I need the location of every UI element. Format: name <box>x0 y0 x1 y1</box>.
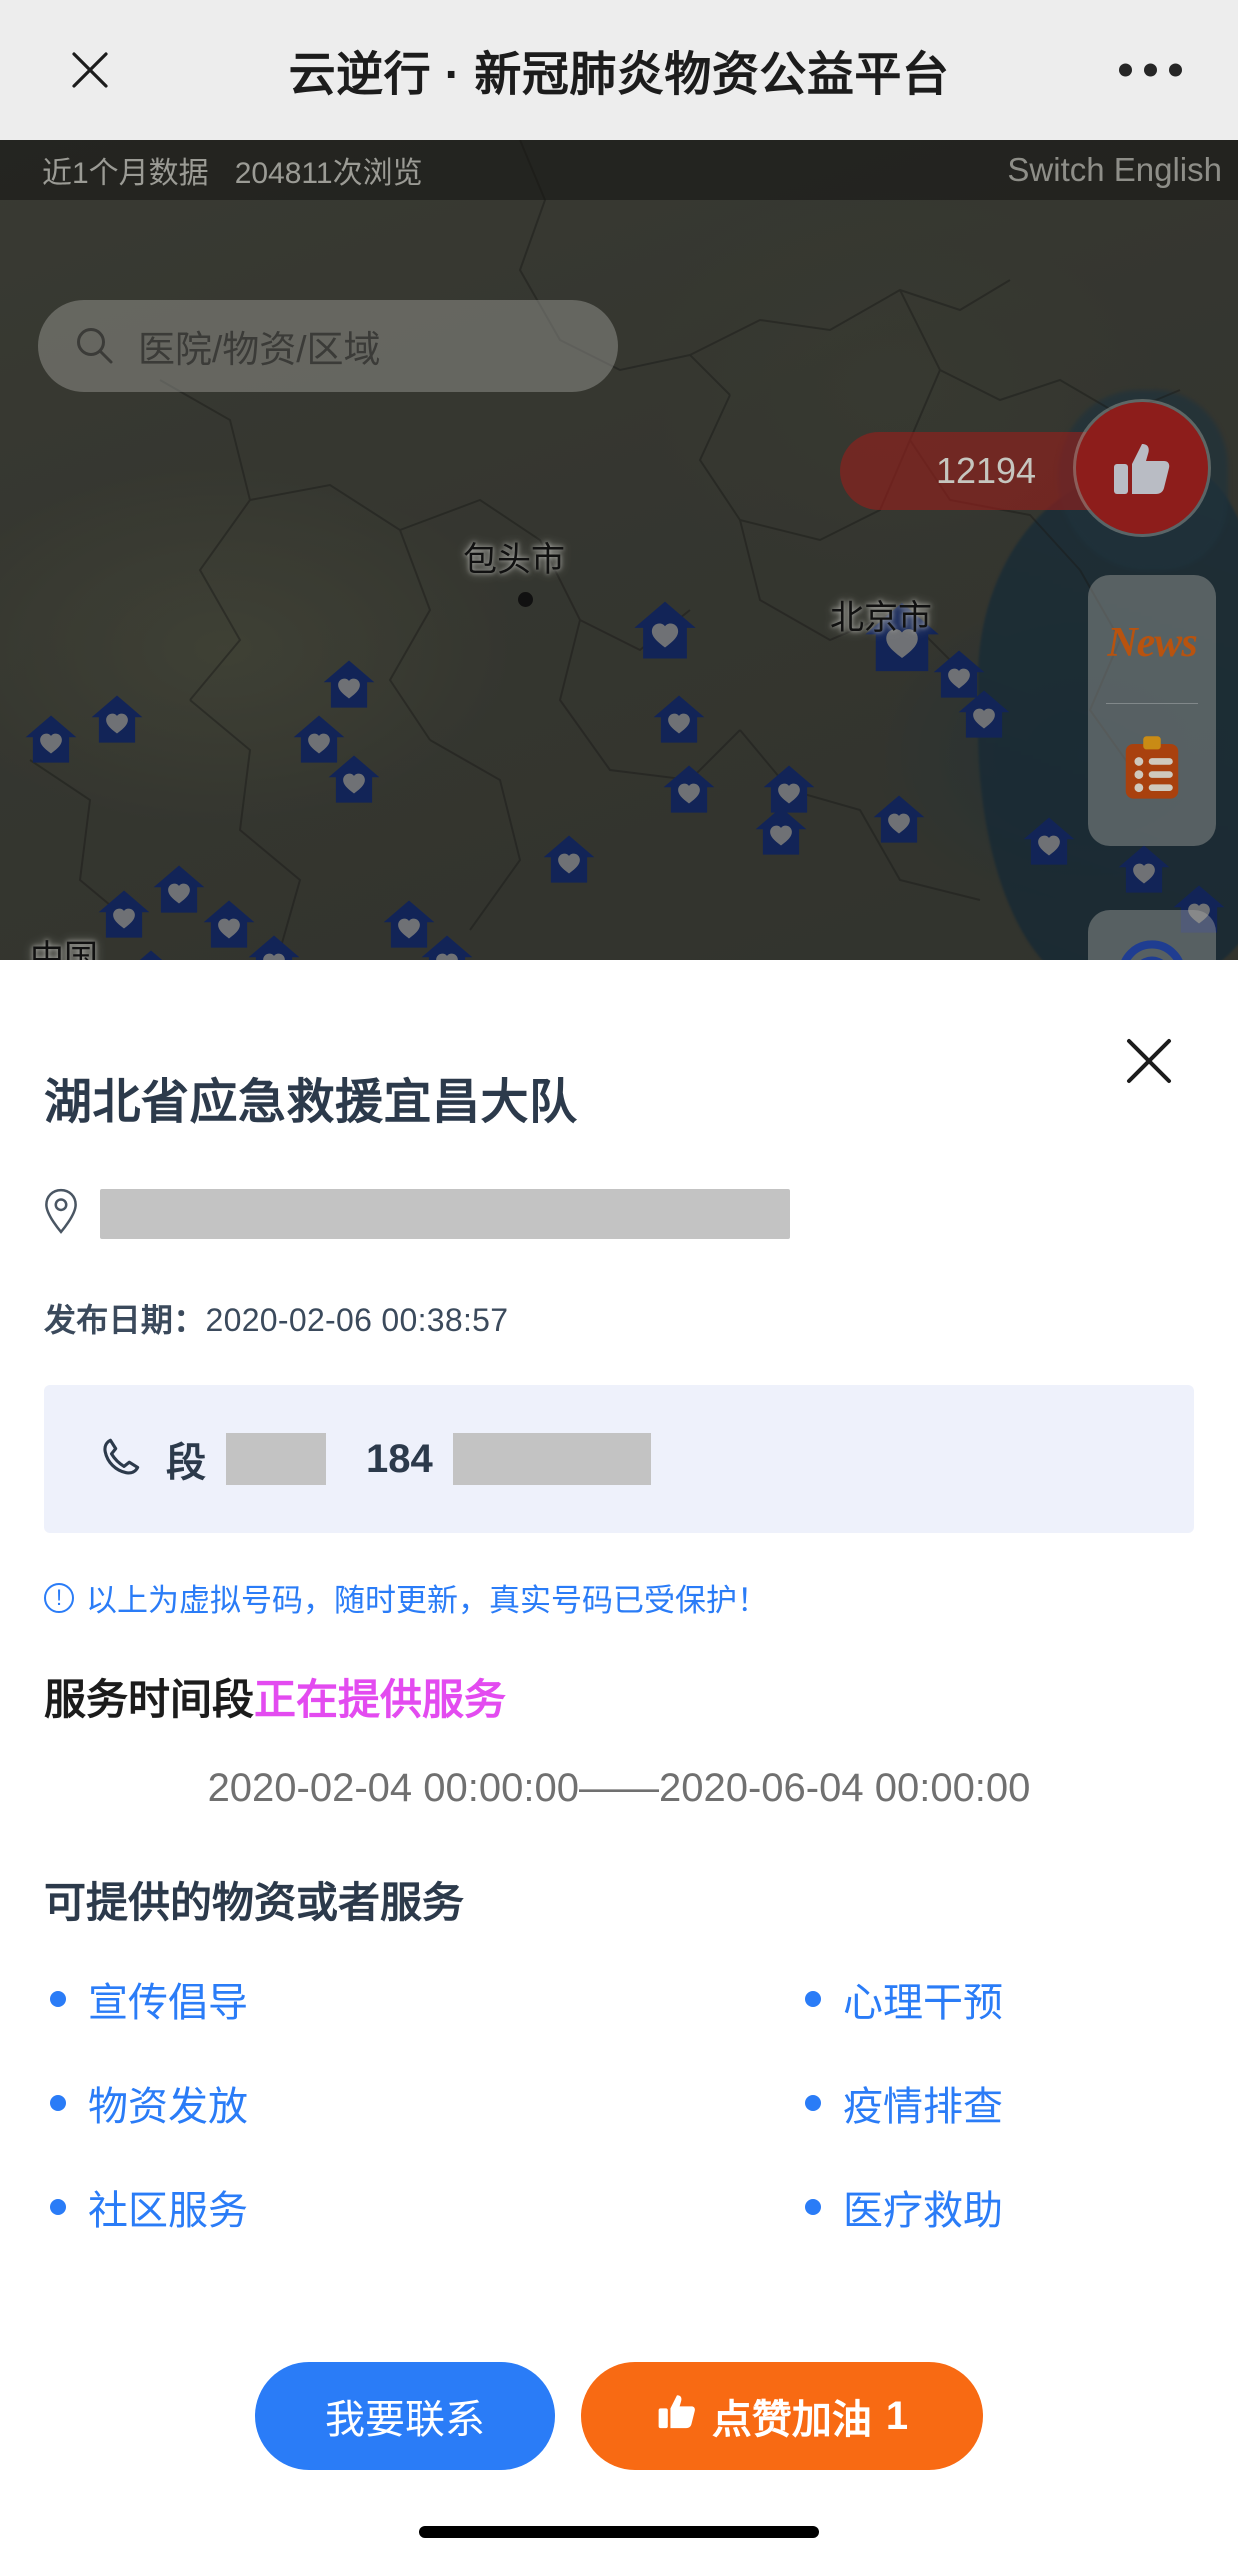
like-button-label: 点赞加油 <box>711 2398 872 2442</box>
publish-date-label: 发布日期： <box>44 1302 206 1338</box>
thumbs-up-icon[interactable] <box>1076 402 1208 534</box>
bullet-icon <box>50 2199 66 2215</box>
action-button-row: 我要联系 点赞加油 1 <box>0 2362 1238 2470</box>
contact-phone-box[interactable]: 段 184 <box>44 1385 1194 1533</box>
thumbs-up-icon <box>656 2390 698 2442</box>
switch-language-button[interactable]: Switch English <box>1007 151 1222 189</box>
page-title: 云逆行 · 新冠肺炎物资公益平台 <box>288 47 950 101</box>
virtual-number-tip-text: 以上为虚拟号码，随时更新，真实号码已受保护！ <box>86 1583 768 1618</box>
headset-support-icon[interactable] <box>1088 910 1216 960</box>
news-button[interactable]: News <box>1088 583 1216 703</box>
map-marker-hospital[interactable] <box>752 802 810 860</box>
goods-label: 社区服务 <box>88 2189 248 2233</box>
list-item[interactable]: 物资发放 <box>44 2074 619 2132</box>
goods-list: 宣传倡导 心理干预 物资发放 疫情排查 社区服务 医疗救助 <box>44 1970 1194 2236</box>
map-marker-hospital[interactable] <box>630 595 700 665</box>
search-placeholder: 医院/物资/区域 <box>138 329 381 370</box>
bullet-icon <box>805 2095 821 2111</box>
bullet-icon <box>805 2199 821 2215</box>
phone-prefix: 184 <box>366 1436 433 1481</box>
app-screen: 云逆行 · 新冠肺炎物资公益平台 包头市 北京市 中国 近1个月数据 20481… <box>0 0 1238 2562</box>
map-marker-hospital[interactable] <box>955 685 1013 743</box>
map-marker-hospital[interactable] <box>660 760 718 818</box>
goods-label: 宣传倡导 <box>88 1981 248 2025</box>
phone-icon <box>100 1434 146 1485</box>
map-marker-hospital[interactable] <box>418 930 476 960</box>
map-stats-text: 近1个月数据 204811次浏览 <box>42 148 423 192</box>
like-count-value: 12194 <box>935 450 1037 491</box>
map-marker-hospital[interactable] <box>88 690 146 748</box>
detail-bottom-sheet: 湖北省应急救援宜昌大队 发布日期：2020-02-06 00:38:57 段 1… <box>0 962 1238 2562</box>
map-label-country: 中国 <box>30 939 98 960</box>
map-city-dot <box>518 592 533 607</box>
map-marker-hospital[interactable] <box>245 930 303 960</box>
list-item[interactable]: 疫情排查 <box>619 2074 1194 2132</box>
stats-views: 204811次浏览 <box>234 157 423 190</box>
map-marker-hospital[interactable] <box>325 750 383 808</box>
organization-name: 湖北省应急救援宜昌大队 <box>44 1076 578 1129</box>
stats-period: 近1个月数据 <box>42 157 209 190</box>
address-redacted <box>100 1188 790 1239</box>
goods-label: 心理干预 <box>843 1981 1003 2025</box>
publish-date-value: 2020-02-06 00:38:57 <box>205 1302 509 1338</box>
close-icon[interactable] <box>1116 1028 1182 1094</box>
location-pin-icon <box>44 1188 78 1239</box>
map-marker-hospital[interactable] <box>870 790 928 848</box>
news-label: News <box>1107 620 1197 666</box>
more-options-icon[interactable] <box>1107 50 1194 91</box>
contact-name-redacted <box>226 1433 326 1485</box>
service-period-heading: 服务时间段正在提供服务 <box>44 1666 1194 1727</box>
service-status-badge: 正在提供服务 <box>254 1676 507 1723</box>
contact-button[interactable]: 我要联系 <box>255 2362 555 2470</box>
map-side-panel: News <box>1088 575 1216 846</box>
goods-heading: 可提供的物资或者服务 <box>44 1879 465 1926</box>
service-time-range: 2020-02-04 00:00:00——2020-06-04 00:00:00 <box>207 1766 1031 1810</box>
map-marker-hospital[interactable] <box>122 945 180 960</box>
publish-date-row: 发布日期：2020-02-06 00:38:57 <box>44 1295 1194 1341</box>
list-item[interactable]: 心理干预 <box>619 1970 1194 2028</box>
bullet-icon <box>805 1991 821 2007</box>
bullet-icon <box>50 2095 66 2111</box>
map-marker-hospital[interactable] <box>320 655 378 713</box>
map-marker-hospital[interactable] <box>1115 840 1173 898</box>
home-indicator <box>419 2526 819 2538</box>
map-marker-hospital[interactable] <box>650 690 708 748</box>
goods-label: 疫情排查 <box>843 2085 1003 2129</box>
map-marker-hospital[interactable] <box>540 830 598 888</box>
like-button-count: 1 <box>885 2393 909 2438</box>
like-support-button[interactable]: 点赞加油 1 <box>581 2362 983 2470</box>
map-label-city: 包头市 <box>463 541 565 579</box>
nav-header: 云逆行 · 新冠肺炎物资公益平台 <box>0 0 1238 140</box>
map-marker-hospital[interactable] <box>1020 812 1078 870</box>
info-circle-icon: ! <box>44 1582 74 1613</box>
phone-number-redacted <box>452 1433 651 1485</box>
goods-label: 医疗救助 <box>843 2189 1003 2233</box>
list-item[interactable]: 社区服务 <box>44 2178 619 2236</box>
list-item[interactable]: 医疗救助 <box>619 2178 1194 2236</box>
goods-label: 物资发放 <box>88 2085 248 2129</box>
map-stats-bar: 近1个月数据 204811次浏览 Switch English <box>0 140 1238 200</box>
map-label-city: 北京市 <box>830 599 932 637</box>
list-item[interactable]: 宣传倡导 <box>44 1970 619 2028</box>
search-icon <box>74 325 116 367</box>
bullet-icon <box>50 1991 66 2007</box>
clipboard-list-icon[interactable] <box>1088 704 1216 832</box>
virtual-number-tip: ! 以上为虚拟号码，随时更新，真实号码已受保护！ <box>44 1575 1194 1620</box>
address-row <box>44 1188 1194 1239</box>
map-marker-hospital[interactable] <box>22 710 80 768</box>
search-input[interactable]: 医院/物资/区域 <box>38 300 618 392</box>
map-view[interactable]: 包头市 北京市 中国 西安市 郑州市 近1个月数据204811次浏览 Switc… <box>0 140 1238 960</box>
map-marker-hospital[interactable] <box>95 885 153 943</box>
service-period-label: 服务时间段 <box>44 1676 255 1723</box>
contact-surname: 段 <box>166 1441 206 1485</box>
